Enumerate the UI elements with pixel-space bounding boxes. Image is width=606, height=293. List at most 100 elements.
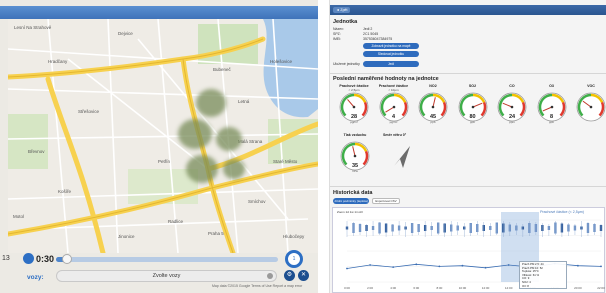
map-label: Hradčany — [48, 59, 68, 64]
chart-point — [415, 263, 418, 266]
vehicle-marker[interactable] — [223, 159, 245, 179]
export-button[interactable]: Exportovat CSV — [372, 198, 400, 204]
chart-x-tick: 4:00 — [390, 286, 396, 290]
unit-detail-panel: ◄ Zpět Jednotka Název: Jedi 2 SPZ: 2C1 5… — [329, 0, 606, 293]
vehicle-marker[interactable] — [216, 127, 242, 151]
map-label: Petřín — [158, 159, 171, 164]
chart-point — [600, 265, 602, 268]
gauge-unit: ppb — [548, 120, 554, 124]
map-attribution: Map data ©2015 Google Terms of Use Repor… — [212, 284, 303, 288]
field-key: Název: — [333, 27, 344, 31]
map-label: Jinonice — [118, 234, 135, 239]
vehicle-select[interactable]: Zvolte vozy — [56, 270, 277, 282]
map-label: Smíchov — [248, 199, 266, 204]
section-title: Poslední naměřené hodnoty na jednotce — [333, 76, 439, 82]
sensor-gauge: CO 24 ppm — [492, 84, 532, 136]
gauge-unit: ppb — [430, 120, 436, 124]
history-select[interactable]: Jízdní podmínky (teplota) — [333, 198, 369, 204]
play-button[interactable] — [23, 253, 34, 264]
vehicle-marker[interactable] — [178, 119, 212, 149]
time-prefix: 13 — [2, 255, 10, 262]
vehicles-label: vozy: — [27, 274, 44, 281]
playback-panel: 13 0:30 1 vozy: Zvolte vozy ⚙ ✕ Map data… — [0, 248, 318, 293]
sensor-gauge: Prachové částice < 10µm 4 µg/m³ — [374, 84, 414, 136]
gauge-title: CO — [509, 84, 515, 88]
map-label: Bubeneč — [213, 67, 231, 72]
unit-title: Jednotka — [333, 19, 358, 25]
map-label: Praha 5 — [208, 231, 224, 236]
gauge-unit: µg/m³ — [389, 120, 398, 124]
gauge-title: O3 — [549, 84, 554, 88]
sensor-gauge: VOC — [571, 84, 606, 136]
pressure-gauge: Tlak vzduchu 35 hPa — [335, 133, 375, 185]
back-button[interactable]: ◄ Zpět — [333, 7, 351, 13]
settings-icon[interactable]: ⚙ — [284, 270, 295, 281]
unit-state-select[interactable]: Jedi — [363, 61, 419, 67]
map-label: Letná — [238, 99, 250, 104]
map-top-bar — [0, 6, 318, 19]
map-label: Staré Město — [273, 159, 298, 164]
sensor-gauge: Prachové částice < 2,5µm 28 µg/m³ — [334, 84, 374, 136]
chart-x-tick: 12:00 — [482, 286, 490, 290]
vehicle-marker[interactable] — [186, 155, 218, 183]
chart-point — [438, 265, 441, 268]
playback-row: 13 0:30 1 — [0, 250, 318, 268]
chart-point — [461, 264, 464, 267]
field-key: SPZ: — [333, 32, 341, 36]
map-label: Košíře — [58, 189, 72, 194]
speed-dial[interactable]: 1 — [285, 250, 303, 268]
chart-point — [577, 264, 579, 267]
chart-x-tick: 10:00 — [459, 286, 467, 290]
tooltip-line: O3: 8 — [522, 283, 529, 288]
chart-point — [369, 264, 371, 266]
chart-x-tick: 8:00 — [436, 286, 442, 290]
map-panel: Lesní Na Strahově Dejvice Bubeneč Holešo… — [0, 0, 318, 293]
park-area — [8, 114, 48, 169]
field-value: 357536047384975 — [363, 37, 393, 41]
gauge-title: NO2 — [429, 84, 437, 88]
gauge-title: SO2 — [468, 84, 477, 88]
gauge-dial — [576, 92, 606, 122]
screenshot-root: Lesní Na Strahově Dejvice Bubeneč Holešo… — [0, 0, 606, 293]
chart-point — [507, 264, 510, 266]
gauge-title: VOC — [587, 84, 595, 88]
follow-unit-button[interactable]: Sledovat jednotku — [363, 51, 419, 57]
chart-x-tick: 0:00 — [344, 286, 350, 290]
playback-slider[interactable] — [56, 254, 278, 264]
sensor-gauge: NO2 45 ppb — [413, 84, 453, 136]
slider-handle[interactable] — [62, 254, 73, 264]
history-chart[interactable]: Zoom 1d 1w 1m All Prachové částice (< 2,… — [332, 207, 605, 293]
map-label: Lesní Na Strahově — [14, 25, 52, 30]
clear-icon[interactable] — [267, 273, 273, 279]
map-label: Střešovice — [78, 109, 100, 114]
field-value: 2C1 5045 — [363, 32, 379, 36]
map-label: Dejvice — [118, 31, 133, 36]
divider — [330, 73, 606, 74]
map-label: Radlice — [168, 219, 184, 224]
fullscreen-icon[interactable]: ✕ — [298, 270, 309, 281]
field-value: Jedi 2 — [363, 27, 373, 31]
map-roads — [8, 19, 318, 253]
detail-top-bar: ◄ Zpět — [330, 5, 606, 15]
show-on-map-button[interactable]: Zobrazit jednotku na mapě — [363, 43, 419, 49]
speed-value: 1 — [292, 256, 296, 262]
chart-point — [392, 266, 395, 268]
gauge-title: Tlak vzduchu — [343, 133, 367, 137]
chart-x-tick: 6:00 — [413, 286, 419, 290]
vehicle-marker[interactable] — [196, 89, 226, 117]
state-label: Uložené jednotky — [333, 62, 360, 66]
history-title: Historická data — [333, 190, 373, 196]
map-label: Hlubočepy — [283, 234, 305, 239]
wind-direction-label: Směr větru 0° — [383, 133, 407, 137]
chart-tooltip: Prach PM 2,5: 44 Prach PM 10: 52 Teplota: … — [519, 261, 567, 289]
map-canvas[interactable]: Lesní Na Strahově Dejvice Bubeneč Holešo… — [8, 19, 318, 253]
chart-x-tick: 20:00 — [574, 286, 582, 290]
gauge-unit: µg/m³ — [350, 120, 358, 124]
divider — [330, 186, 606, 187]
gauge-unit: hPa — [352, 169, 358, 173]
chart-x-tick: 14:00 — [505, 286, 513, 290]
chart-point — [484, 266, 487, 269]
chart-x-tick: 22:00 — [597, 286, 605, 290]
map-label: Holešovice — [270, 59, 293, 64]
map-label: Břevnov — [28, 149, 45, 154]
